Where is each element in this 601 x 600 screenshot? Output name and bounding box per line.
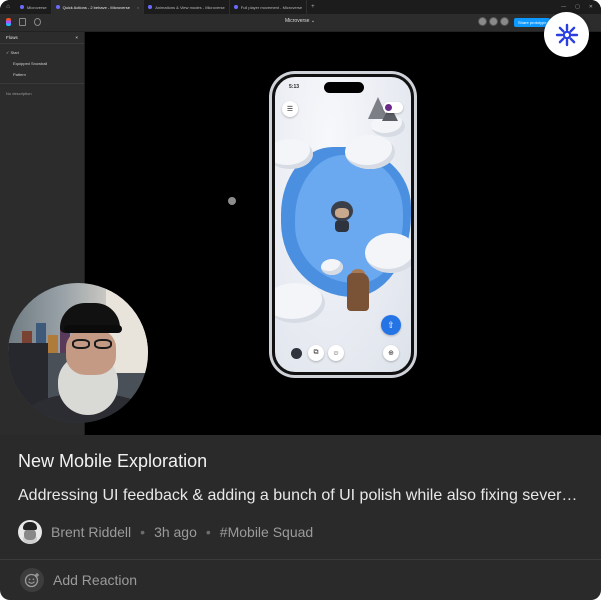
new-tab-icon: +: [311, 4, 315, 10]
browser-tab: Microverse: [16, 0, 52, 14]
avatar-icon: [288, 345, 304, 361]
home-icon: ⌂: [6, 4, 10, 10]
panel-icon: [19, 18, 26, 26]
channel-link[interactable]: #Mobile Squad: [220, 524, 313, 540]
window-controls: — ▢ ✕: [561, 4, 593, 10]
meta-separator: •: [140, 524, 146, 540]
video-thumbnail[interactable]: ⌂ Microverse Quick Actions - 2 behave - …: [0, 0, 601, 435]
post-time: 3h ago: [154, 524, 197, 540]
flow-description: No description: [6, 91, 32, 96]
post-title[interactable]: New Mobile Exploration: [18, 451, 207, 472]
browser-tab: Full player movement - Microverse: [230, 0, 308, 14]
add-reaction-label: Add Reaction: [53, 572, 138, 588]
author-name[interactable]: Brent Riddell: [51, 524, 131, 540]
browser-tab: Animations & View modes - Microverse: [144, 0, 230, 14]
flow-item: Pattern: [13, 72, 26, 77]
sparkle-burst-icon: [544, 12, 589, 57]
figma-logo-icon: [6, 18, 11, 26]
player-character: [329, 201, 355, 233]
dynamic-island: [324, 82, 364, 93]
close-icon: ×: [75, 35, 78, 40]
meta-separator: •: [205, 524, 211, 540]
status-time: 5:13: [289, 84, 300, 90]
emote-icon: ☺: [328, 345, 344, 361]
post-meta: Brent Riddell • 3h ago • #Mobile Squad: [18, 519, 313, 545]
flow-section: ✓ Start: [6, 50, 19, 55]
profile-pill: [383, 102, 403, 113]
post-description: Addressing UI feedback & adding a bunch …: [18, 487, 583, 504]
game-screen: 5:13 ☰ ⇧ ⧉ ☺ ⊕: [272, 74, 414, 375]
browser-tab-active: Quick Actions - 2 behave - Microverse ×: [51, 0, 145, 14]
comment-icon: [34, 18, 41, 26]
file-title: Microverse ⌄: [284, 18, 316, 24]
app-toolbar: Microverse ⌄ Share prototype: [0, 14, 601, 32]
collaborator-avatars: [478, 17, 509, 26]
menu-icon: ☰: [282, 101, 298, 117]
smiley-add-icon: [20, 568, 44, 592]
flow-item: Equipped Snowball: [13, 61, 48, 66]
author-avatar[interactable]: [18, 520, 42, 544]
divider: [0, 559, 601, 560]
action-arrow-icon: ⇧: [381, 315, 401, 335]
add-reaction-button[interactable]: Add Reaction: [20, 567, 137, 593]
tree-stump: [347, 273, 369, 311]
flows-header: Flows: [6, 35, 18, 40]
cursor-dot: [228, 197, 236, 205]
browser-tab-bar: ⌂ Microverse Quick Actions - 2 behave - …: [0, 0, 601, 14]
add-icon: ⊕: [383, 345, 399, 361]
presenter-webcam: [8, 283, 148, 423]
chat-icon: ⧉: [308, 345, 324, 361]
post-card: ⌂ Microverse Quick Actions - 2 behave - …: [0, 0, 601, 600]
phone-mockup: 5:13 ☰ ⇧ ⧉ ☺ ⊕: [269, 71, 417, 378]
